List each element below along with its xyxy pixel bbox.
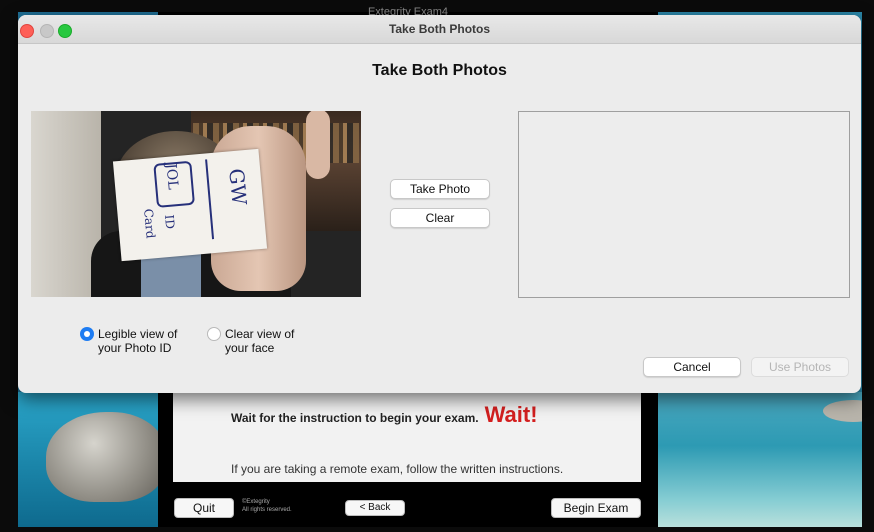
photo-id-radio[interactable] [80, 327, 94, 341]
face-radio[interactable] [207, 327, 221, 341]
radio-label-line: Clear view of [225, 327, 295, 341]
id-card-id-text: ID [161, 214, 178, 230]
camera-finger [306, 111, 330, 179]
id-card-line [205, 159, 215, 240]
take-photos-dialog: Take Both Photos Take Both Photos JOL GW… [18, 15, 861, 393]
id-card-box-initials: JOL [162, 162, 181, 191]
copyright-notice: ©Extegrity All rights reserved. [242, 498, 292, 514]
wait-line: Wait for the instruction to begin your e… [231, 402, 538, 428]
radio-label-line: Legible view of [98, 327, 178, 341]
dialog-window-title: Take Both Photos [388, 22, 491, 36]
wallpaper-rock [46, 412, 158, 502]
begin-exam-button[interactable]: Begin Exam [551, 498, 641, 518]
copyright-line: All rights reserved. [242, 507, 292, 513]
photo-preview [518, 111, 850, 298]
use-photos-button[interactable]: Use Photos [751, 357, 849, 377]
dialog-titlebar: Take Both Photos [18, 15, 861, 44]
wait-instruction: Wait for the instruction to begin your e… [231, 411, 479, 425]
photo-id-radio-label[interactable]: Legible view of your Photo ID [98, 327, 177, 355]
id-card-initials: GW [224, 167, 252, 207]
take-photo-button[interactable]: Take Photo [390, 179, 490, 199]
dialog-heading: Take Both Photos [372, 62, 507, 79]
radio-label-line: your Photo ID [98, 341, 172, 355]
quit-button[interactable]: Quit [174, 498, 234, 518]
cancel-button[interactable]: Cancel [643, 357, 741, 377]
face-radio-label[interactable]: Clear view of your face [225, 327, 294, 355]
instruction-panel: Wait for the instruction to begin your e… [173, 392, 641, 482]
copyright-line: ©Extegrity [242, 499, 270, 505]
radio-label-line: your face [225, 341, 275, 355]
remote-instruction: If you are taking a remote exam, follow … [231, 462, 564, 476]
id-card-card-text: Card [141, 208, 158, 240]
camera-feed: JOL GW ID Card [31, 111, 361, 297]
clear-button[interactable]: Clear [390, 208, 490, 228]
handwritten-id-card: JOL GW ID Card [112, 148, 268, 262]
wait-headline: Wait! [484, 402, 538, 427]
back-button[interactable]: < Back [345, 500, 405, 516]
